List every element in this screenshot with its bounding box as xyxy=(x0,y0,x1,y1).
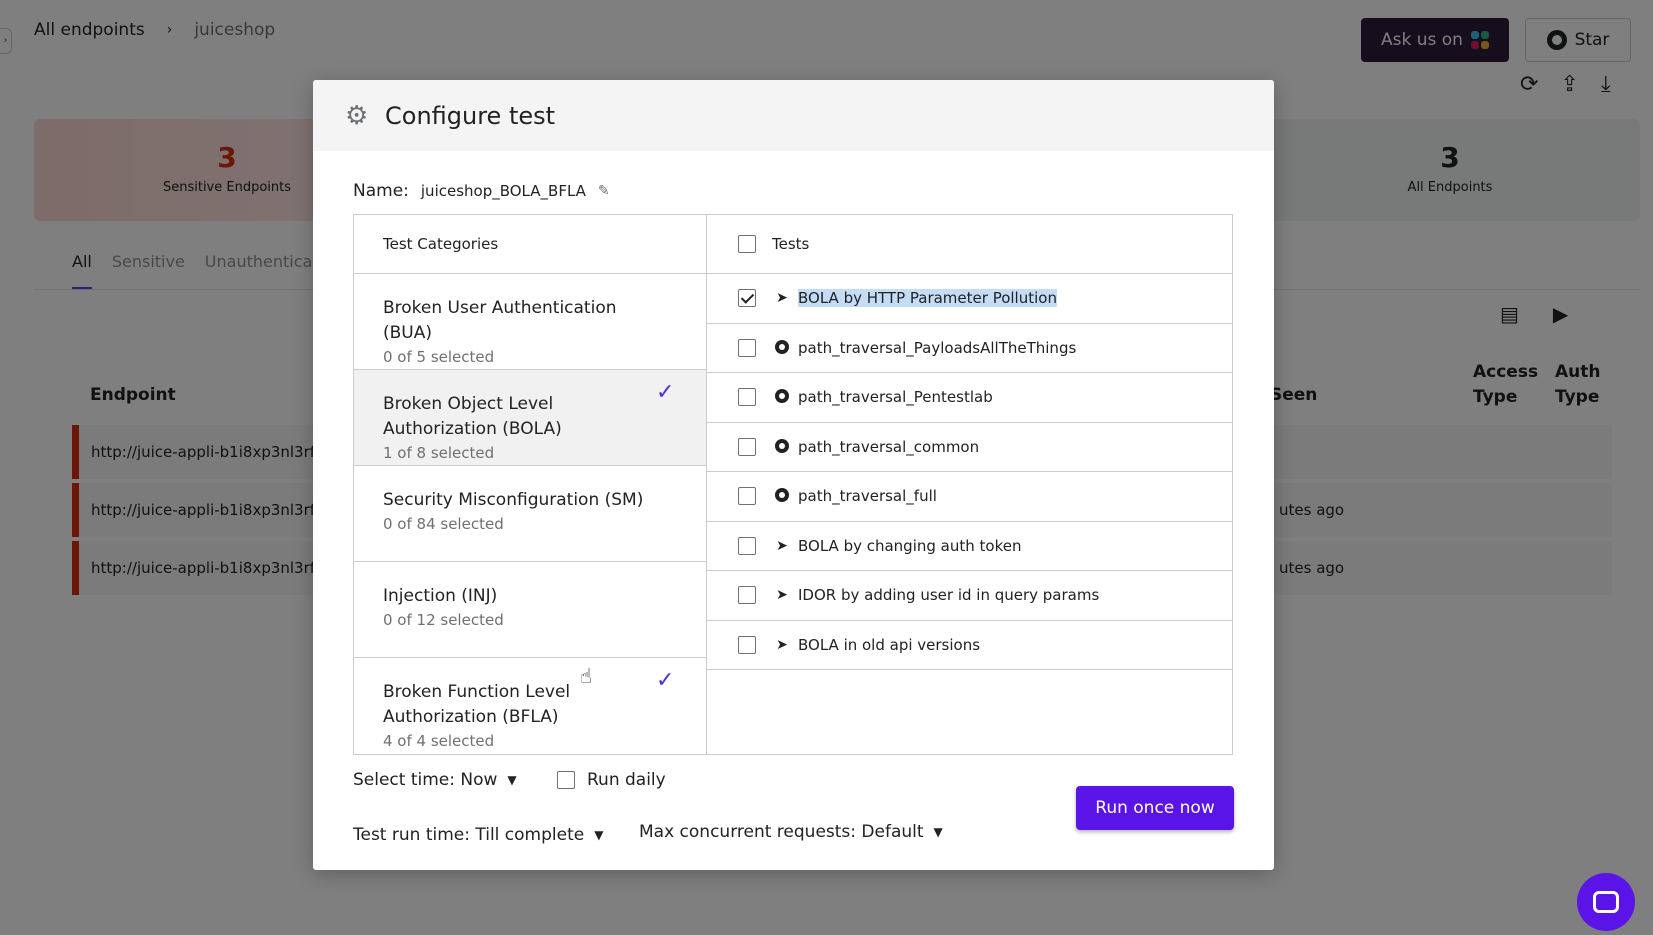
test-checkbox[interactable] xyxy=(738,388,756,407)
test-name: path_traversal_common xyxy=(798,437,980,456)
category-count: 4 of 4 selected xyxy=(383,732,495,750)
test-checkbox[interactable] xyxy=(738,289,756,308)
test-run-time-dropdown[interactable]: Test run time: Till complete ▼ xyxy=(353,825,603,845)
test-checkbox[interactable] xyxy=(738,437,756,456)
run-once-now-button[interactable]: Run once now xyxy=(1076,786,1234,830)
test-checkbox[interactable] xyxy=(738,635,756,654)
category-item-bfla[interactable]: Broken Function Level Authorization (BFL… xyxy=(354,658,706,754)
test-name: BOLA in old api versions xyxy=(798,635,981,654)
modal-title: Configure test xyxy=(385,101,556,130)
category-item-bola[interactable]: Broken Object Level Authorization (BOLA)… xyxy=(354,370,706,466)
test-row[interactable]: ➤ IDOR by adding user id in query params xyxy=(707,571,1232,621)
checkmark-icon: ✓ xyxy=(656,668,675,693)
send-icon: ➤ xyxy=(776,636,788,653)
test-run-time-label: Test run time: Till complete xyxy=(353,825,585,845)
category-name: Broken Function Level Authorization (BFL… xyxy=(383,682,571,727)
category-item-sm[interactable]: Security Misconfiguration (SM) 0 of 84 s… xyxy=(354,466,706,562)
run-daily-option[interactable]: Run daily xyxy=(557,770,666,790)
category-count: 0 of 5 selected xyxy=(383,348,495,366)
test-name: BOLA by HTTP Parameter Pollution xyxy=(798,289,1057,308)
category-item-inj[interactable]: Injection (INJ) 0 of 12 selected xyxy=(354,562,706,658)
test-name: IDOR by adding user id in query params xyxy=(798,586,1100,605)
test-checkbox[interactable] xyxy=(738,487,756,506)
test-row[interactable]: path_traversal_full xyxy=(707,472,1232,522)
send-icon: ➤ xyxy=(776,587,788,604)
test-name: BOLA by changing auth token xyxy=(798,536,1022,555)
tests-header: Tests xyxy=(707,215,1232,274)
chevron-down-icon: ▼ xyxy=(507,773,517,787)
run-daily-checkbox[interactable] xyxy=(557,771,575,789)
hand-cursor-icon: ☝ xyxy=(580,664,593,688)
test-row[interactable]: path_traversal_Pentestlab xyxy=(707,373,1232,423)
github-icon xyxy=(774,488,790,504)
category-name: Security Misconfiguration (SM) xyxy=(383,490,644,510)
test-name: path_traversal_PayloadsAllTheThings xyxy=(798,338,1077,357)
test-name: path_traversal_full xyxy=(798,487,937,506)
test-name: path_traversal_Pentestlab xyxy=(798,388,993,407)
chat-icon xyxy=(1593,891,1619,913)
select-all-tests-checkbox[interactable] xyxy=(738,235,756,253)
test-row[interactable]: ➤ BOLA by changing auth token xyxy=(707,522,1232,571)
chevron-down-icon: ▼ xyxy=(933,825,943,839)
test-picker: Test Categories Broken User Authenticati… xyxy=(353,214,1233,755)
max-concurrent-requests-dropdown[interactable]: Max concurrent requests: Default ▼ xyxy=(639,822,943,842)
edit-icon[interactable]: ✎ xyxy=(598,183,614,199)
test-name-value: juiceshop_BOLA_BFLA xyxy=(420,182,586,200)
test-row[interactable]: ➤ BOLA in old api versions xyxy=(707,621,1232,670)
select-time-label: Select time: Now xyxy=(353,770,498,790)
test-name-row: Name: juiceshop_BOLA_BFLA ✎ xyxy=(353,181,614,201)
test-checkbox[interactable] xyxy=(738,536,756,555)
test-row[interactable]: path_traversal_PayloadsAllTheThings xyxy=(707,324,1232,373)
checkmark-icon: ✓ xyxy=(656,380,675,405)
modal-header: ⚙ Configure test xyxy=(313,80,1274,151)
gear-icon: ⚙ xyxy=(345,100,369,131)
send-icon: ➤ xyxy=(776,290,788,307)
category-name: Broken User Authentication (BUA) xyxy=(383,298,617,343)
category-count: 0 of 12 selected xyxy=(383,611,504,629)
category-name: Broken Object Level Authorization (BOLA) xyxy=(383,394,562,439)
send-icon: ➤ xyxy=(776,537,788,554)
tests-column: Tests ➤ BOLA by HTTP Parameter Pollution… xyxy=(707,215,1232,754)
category-name: Injection (INJ) xyxy=(383,586,498,606)
max-concurrent-label: Max concurrent requests: Default xyxy=(639,822,924,842)
github-icon xyxy=(774,339,790,356)
test-categories-column: Test Categories Broken User Authenticati… xyxy=(354,215,707,754)
category-count: 0 of 84 selected xyxy=(383,515,504,533)
test-checkbox[interactable] xyxy=(738,338,756,357)
chevron-down-icon: ▼ xyxy=(594,828,604,842)
configure-test-modal: ⚙ Configure test Name: juiceshop_BOLA_BF… xyxy=(313,80,1274,870)
chat-support-button[interactable] xyxy=(1577,873,1635,931)
category-count: 1 of 8 selected xyxy=(383,444,495,462)
test-row[interactable]: path_traversal_common xyxy=(707,423,1232,472)
test-categories-header: Test Categories xyxy=(354,215,706,274)
github-icon xyxy=(774,389,790,405)
github-icon xyxy=(774,438,790,455)
tests-header-label: Tests xyxy=(772,235,810,253)
select-time-dropdown[interactable]: Select time: Now ▼ xyxy=(353,770,517,790)
category-item-bua[interactable]: Broken User Authentication (BUA) 0 of 5 … xyxy=(354,274,706,370)
test-row[interactable]: ➤ BOLA by HTTP Parameter Pollution xyxy=(707,274,1232,324)
test-checkbox[interactable] xyxy=(738,586,756,605)
run-daily-label: Run daily xyxy=(587,770,666,790)
name-label: Name: xyxy=(353,181,409,201)
